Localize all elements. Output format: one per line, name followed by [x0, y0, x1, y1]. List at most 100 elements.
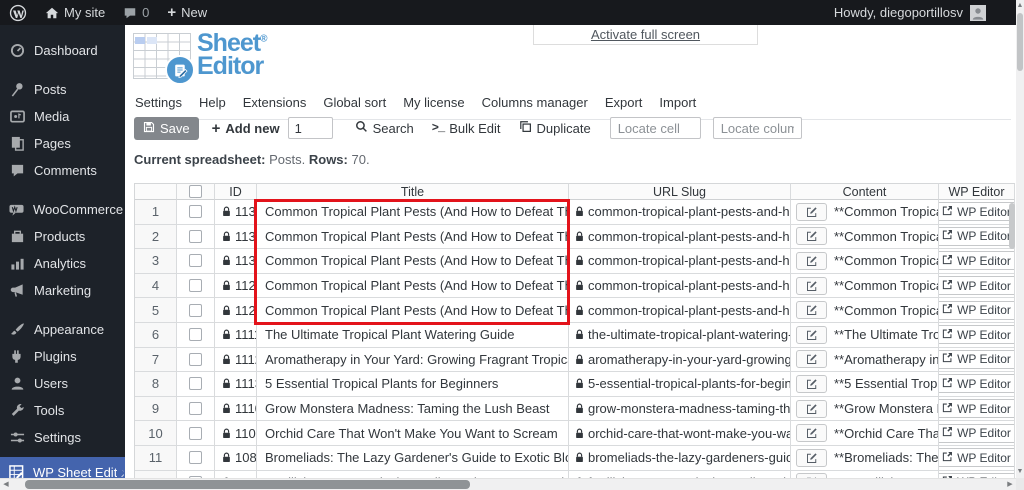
row-checkbox[interactable]	[189, 254, 202, 268]
scroll-right-arrow[interactable]: ▶	[1004, 479, 1016, 490]
wp-editor-button[interactable]: WP Editor	[939, 251, 1014, 271]
wp-editor-button[interactable]: WP Editor	[939, 423, 1014, 443]
title-cell[interactable]: Common Tropical Plant Pests (And How to …	[257, 224, 569, 250]
edit-content-button[interactable]	[796, 399, 827, 418]
title-cell[interactable]: Common Tropical Plant Pests (And How to …	[257, 298, 569, 323]
row-checkbox[interactable]	[189, 426, 202, 440]
edit-content-button[interactable]	[796, 251, 827, 270]
add-new-count-input[interactable]	[287, 117, 333, 139]
tab-settings[interactable]: Settings	[135, 95, 182, 110]
edit-content-button[interactable]	[796, 276, 827, 295]
sidebar-item-marketing[interactable]: Marketing	[0, 277, 125, 304]
edit-content-button[interactable]	[796, 374, 827, 393]
edit-content-button[interactable]	[796, 325, 827, 344]
title-cell[interactable]: Grow Monstera Madness: Taming the Lush B…	[257, 396, 569, 422]
row-checkbox[interactable]	[189, 279, 202, 293]
select-all-checkbox[interactable]	[189, 185, 202, 198]
url-slug-cell[interactable]: common-tropical-plant-pests-and-how-to..…	[569, 249, 791, 274]
sidebar-item-posts[interactable]: Posts	[0, 76, 125, 103]
sidebar-item-media[interactable]: Media	[0, 103, 125, 130]
bulk-edit-button[interactable]: >_ Bulk Edit	[432, 121, 501, 136]
edit-content-button[interactable]	[796, 301, 827, 320]
row-number-cell[interactable]: 6	[135, 322, 177, 348]
row-number-cell[interactable]: 5	[135, 298, 177, 323]
wp-editor-button[interactable]: WP Editor	[939, 448, 1014, 468]
tab-extensions[interactable]: Extensions	[243, 95, 307, 110]
sidebar-item-plugins[interactable]: Plugins	[0, 343, 125, 370]
wp-editor-button[interactable]: WP Editor	[939, 399, 1014, 419]
vertical-scrollbar-thumb[interactable]	[1017, 13, 1023, 71]
edit-content-button[interactable]	[796, 202, 827, 221]
edit-content-button[interactable]	[796, 350, 827, 369]
add-new-button[interactable]: + Add new	[212, 120, 280, 137]
url-slug-cell[interactable]: grow-monstera-madness-taming-the-lush...	[569, 396, 791, 422]
url-slug-cell[interactable]: orchid-care-that-wont-make-you-want-to-.…	[569, 421, 791, 446]
tab-export[interactable]: Export	[605, 95, 643, 110]
row-number-cell[interactable]: 8	[135, 372, 177, 397]
row-number-cell[interactable]: 2	[135, 224, 177, 250]
horizontal-scrollbar-thumb[interactable]	[25, 480, 470, 489]
title-cell[interactable]: The Ultimate Tropical Plant Watering Gui…	[257, 322, 569, 348]
new-menu[interactable]: + New	[158, 0, 216, 25]
sidebar-item-users[interactable]: Users	[0, 370, 125, 397]
row-checkbox[interactable]	[189, 402, 202, 416]
wp-editor-button[interactable]: WP Editor	[939, 325, 1014, 345]
row-number-cell[interactable]: 11	[135, 445, 177, 471]
tab-columns-manager[interactable]: Columns manager	[482, 95, 588, 110]
column-header-id[interactable]: ID	[215, 183, 257, 200]
corner-header-cell[interactable]	[135, 183, 177, 200]
sidebar-item-comments[interactable]: Comments	[0, 157, 125, 184]
row-checkbox[interactable]	[189, 328, 202, 342]
url-slug-cell[interactable]: the-ultimate-tropical-plant-watering-gui…	[569, 322, 791, 348]
wp-editor-button[interactable]: WP Editor	[939, 202, 1014, 222]
url-slug-cell[interactable]: 5-essential-tropical-plants-for-beginner…	[569, 372, 791, 397]
wp-editor-button[interactable]: WP Editor	[939, 349, 1014, 369]
wp-editor-button[interactable]: WP Editor	[939, 276, 1014, 296]
tab-help[interactable]: Help	[199, 95, 226, 110]
locate-cell-input[interactable]	[609, 117, 701, 139]
row-number-cell[interactable]: 7	[135, 347, 177, 373]
wp-editor-button[interactable]: WP Editor	[939, 300, 1014, 320]
scroll-left-arrow[interactable]: ◀	[0, 479, 12, 490]
sidebar-item-products[interactable]: Products	[0, 223, 125, 250]
sidebar-item-appearance[interactable]: Appearance	[0, 316, 125, 343]
row-number-cell[interactable]: 4	[135, 273, 177, 299]
table-scrollbar-thumb[interactable]	[1009, 203, 1015, 249]
row-checkbox[interactable]	[189, 205, 202, 219]
sidebar-item-settings[interactable]: Settings	[0, 424, 125, 451]
edit-content-button[interactable]	[796, 227, 827, 246]
column-header-title[interactable]: Title	[257, 183, 569, 200]
title-cell[interactable]: Orchid Care That Won't Make You Want to …	[257, 421, 569, 446]
comments-menu[interactable]: 0	[114, 0, 158, 25]
column-header-url-slug[interactable]: URL Slug	[569, 183, 791, 200]
howdy-text[interactable]: Howdy, diegoportillosv	[834, 5, 963, 20]
duplicate-button[interactable]: Duplicate	[519, 120, 591, 136]
row-checkbox[interactable]	[189, 377, 202, 391]
sidebar-item-pages[interactable]: Pages	[0, 130, 125, 157]
column-header-content[interactable]: Content	[791, 183, 939, 200]
row-number-cell[interactable]: 3	[135, 249, 177, 274]
title-cell[interactable]: Common Tropical Plant Pests (And How to …	[257, 273, 569, 299]
row-checkbox[interactable]	[189, 451, 202, 465]
search-button[interactable]: Search	[355, 120, 414, 136]
row-checkbox[interactable]	[189, 352, 202, 366]
url-slug-cell[interactable]: bromeliads-the-lazy-gardeners-guide-to-e…	[569, 445, 791, 471]
sidebar-item-dashboard[interactable]: Dashboard	[0, 37, 125, 64]
title-cell[interactable]: Aromatherapy in Your Yard: Growing Fragr…	[257, 347, 569, 373]
edit-content-button[interactable]	[796, 424, 827, 443]
tab-global-sort[interactable]: Global sort	[323, 95, 386, 110]
url-slug-cell[interactable]: common-tropical-plant-pests-and-how-to..…	[569, 224, 791, 250]
title-cell[interactable]: Bromeliads: The Lazy Gardener's Guide to…	[257, 445, 569, 471]
column-header-wp-editor[interactable]: WP Editor	[939, 183, 1015, 200]
url-slug-cell[interactable]: common-tropical-plant-pests-and-how-to..…	[569, 200, 791, 225]
title-cell[interactable]: 5 Essential Tropical Plants for Beginner…	[257, 372, 569, 397]
wordpress-logo-menu[interactable]	[0, 0, 36, 25]
title-cell[interactable]: Common Tropical Plant Pests (And How to …	[257, 200, 569, 225]
url-slug-cell[interactable]: aromatherapy-in-your-yard-growing-fragr.…	[569, 347, 791, 373]
scroll-up-arrow[interactable]: ▲	[1016, 1, 1024, 11]
row-number-cell[interactable]: 10	[135, 421, 177, 446]
sidebar-item-woocommerce[interactable]: WooCommerce	[0, 196, 125, 223]
row-checkbox[interactable]	[189, 303, 202, 317]
scroll-down-arrow[interactable]: ▼	[1016, 467, 1024, 477]
sidebar-item-analytics[interactable]: Analytics	[0, 250, 125, 277]
